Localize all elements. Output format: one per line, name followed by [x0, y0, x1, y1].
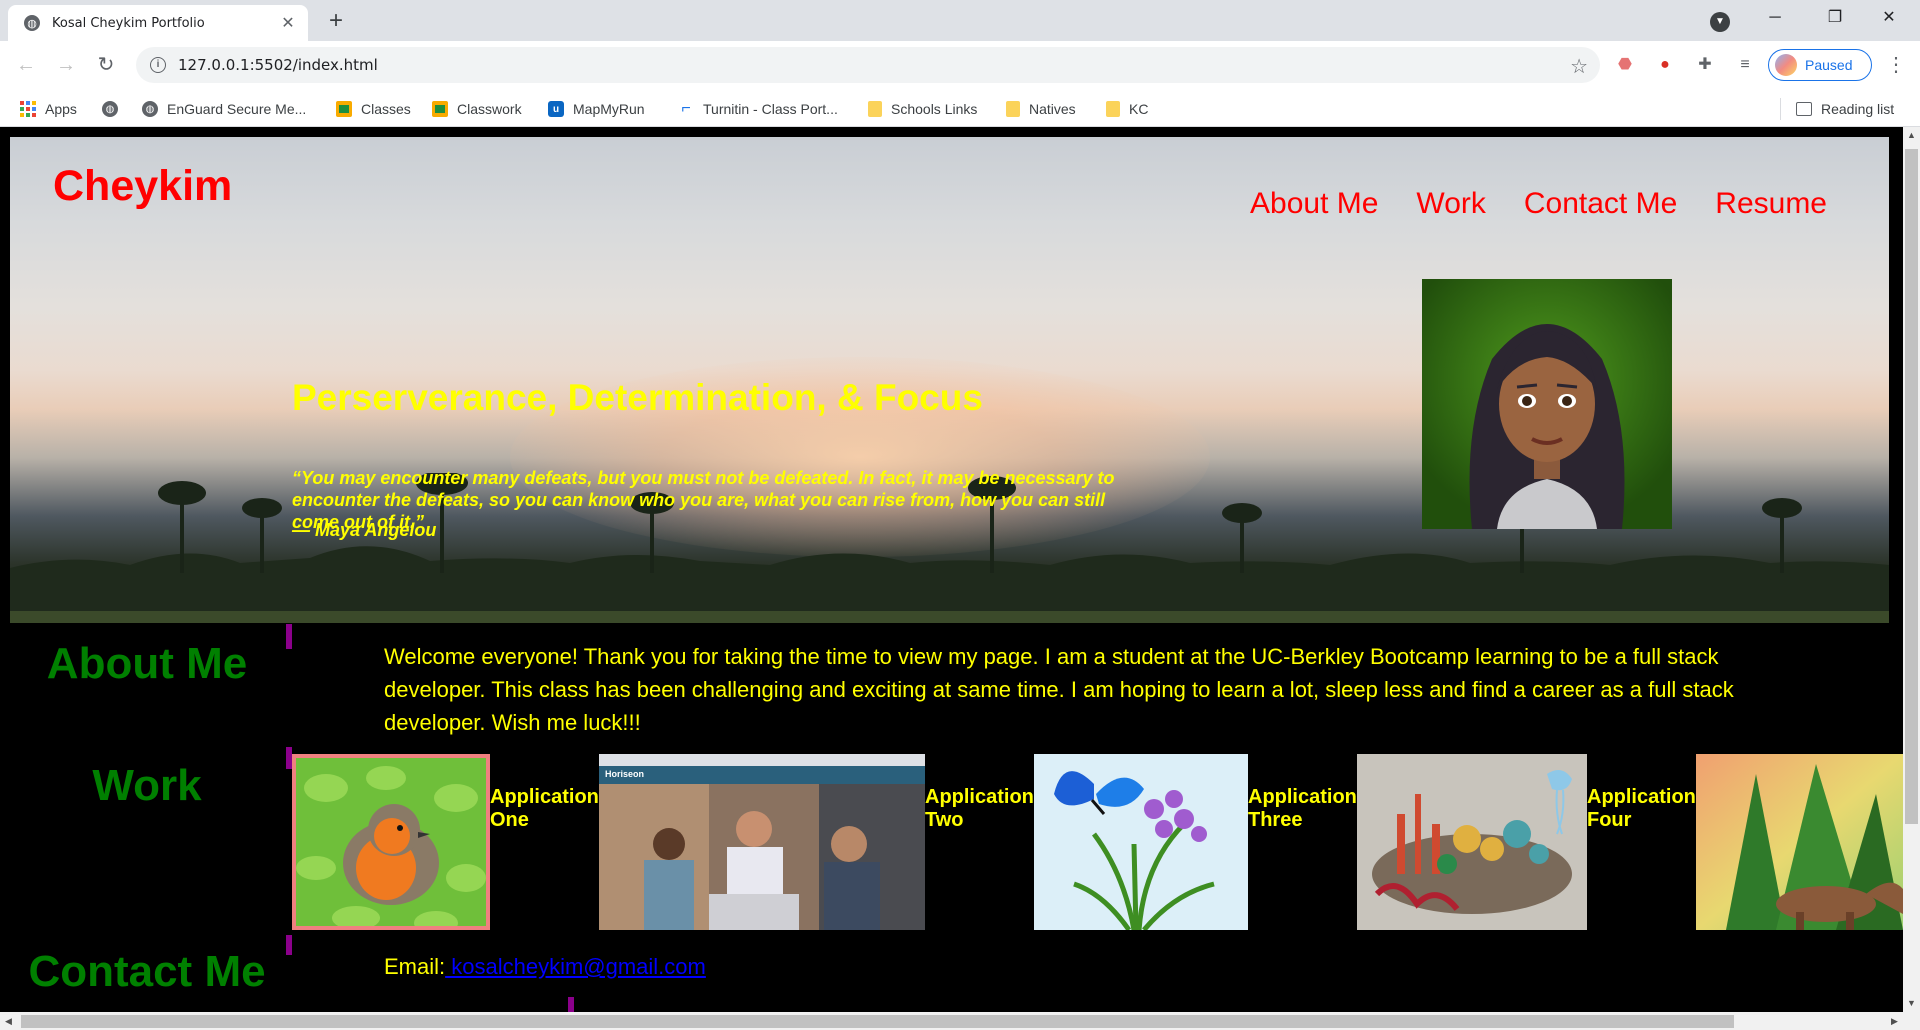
address-bar[interactable]: i 127.0.0.1:5502/index.html ☆ [136, 47, 1600, 83]
email-label: Email: [384, 954, 446, 979]
quote-author: — Maya Angelou [292, 520, 437, 540]
horizontal-scrollbar[interactable]: ◀ ▶ [0, 1012, 1920, 1030]
app-two-label[interactable]: Application Two [925, 786, 1034, 832]
restore-button[interactable]: ❐ [1812, 0, 1858, 36]
bookmark-turnitin[interactable]: ⌐ Turnitin - Class Port... [678, 98, 838, 120]
puzzle-icon[interactable]: ✚ [1694, 54, 1716, 76]
horiseon-header: Horiseon [599, 766, 925, 784]
site-brand[interactable]: Cheykim [53, 162, 232, 211]
reload-button[interactable]: ↻ [90, 49, 122, 81]
nav-work[interactable]: Work [1416, 187, 1485, 221]
bookmark-apps[interactable]: Apps [20, 98, 77, 120]
app-three-thumbnail[interactable] [1034, 754, 1248, 930]
nav-about-me[interactable]: About Me [1250, 187, 1378, 221]
globe-icon: ◍ [102, 101, 118, 117]
main-nav: About Me Work Contact Me Resume [1250, 187, 1827, 221]
extension-icon[interactable]: ⬣ [1614, 54, 1636, 76]
section-divider [568, 997, 574, 1012]
page-viewport: Cheykim About Me Work Contact Me Resume … [0, 127, 1903, 1012]
back-button[interactable]: ← [10, 49, 42, 81]
globe-icon: ◍ [142, 101, 158, 117]
folder-icon [1006, 101, 1020, 117]
app-four-label[interactable]: Application Four [1587, 786, 1696, 832]
scroll-up-arrow-icon[interactable]: ▲ [1903, 127, 1920, 144]
section-divider [286, 624, 292, 649]
vertical-scroll-thumb[interactable] [1905, 149, 1918, 824]
horizontal-scroll-thumb[interactable] [21, 1015, 1734, 1028]
bookmark-enguard[interactable]: ◍ EnGuard Secure Me... [142, 98, 306, 120]
globe-icon: ◍ [24, 15, 40, 31]
close-tab-icon[interactable]: ✕ [278, 13, 298, 33]
section-divider [286, 935, 292, 955]
scroll-left-arrow-icon[interactable]: ◀ [0, 1012, 17, 1030]
scroll-down-arrow-icon[interactable]: ▼ [1903, 995, 1920, 1012]
menu-icon[interactable]: ⋮ [1884, 53, 1908, 77]
reading-list-button[interactable]: Reading list [1796, 98, 1894, 120]
profile-avatar [1422, 279, 1672, 529]
folder-icon [1106, 101, 1120, 117]
classroom-icon [432, 101, 448, 117]
url-text: 127.0.0.1:5502/index.html [178, 56, 378, 74]
profile-status: Paused [1805, 57, 1853, 73]
bookmark-schools-links[interactable]: Schools Links [868, 98, 977, 120]
bookmark-kc[interactable]: KC [1106, 98, 1148, 120]
work-gallery: Application One Horiseon Application Two [292, 754, 1903, 934]
reading-list-icon [1796, 102, 1812, 116]
site-info-icon[interactable]: i [150, 57, 166, 73]
app-one-label[interactable]: Application One [490, 786, 599, 832]
tab-strip: ◍ Kosal Cheykim Portfolio ✕ + ▼ ─ ❐ ✕ [0, 0, 1920, 41]
profile-button[interactable]: Paused [1768, 49, 1872, 81]
media-icon[interactable]: ≡ [1734, 54, 1756, 76]
app-three-label[interactable]: Application Three [1248, 786, 1357, 832]
contact-title: Contact Me [28, 947, 266, 996]
apps-icon [20, 101, 36, 117]
hero-headline: Perserverance, Determination, & Focus [292, 377, 983, 418]
turnitin-icon: ⌐ [681, 100, 691, 117]
screenshot-browser-bar [599, 754, 925, 766]
browser-toolbar: ← → ↻ i 127.0.0.1:5502/index.html ☆ ⬣ ● … [0, 41, 1920, 89]
bookmarks-bar: Apps ◍ ◍ EnGuard Secure Me... Classes Cl… [0, 89, 1920, 127]
mapmyrun-icon: u [548, 101, 564, 117]
tab-title: Kosal Cheykim Portfolio [52, 15, 205, 31]
folder-icon [868, 101, 882, 117]
app-four-thumbnail[interactable] [1357, 754, 1587, 930]
bookmark-mapmyrun[interactable]: u MapMyRun [548, 98, 645, 120]
scroll-right-arrow-icon[interactable]: ▶ [1886, 1012, 1903, 1030]
bookmark-natives[interactable]: Natives [1006, 98, 1076, 120]
divider [1780, 98, 1781, 120]
browser-tab[interactable]: ◍ Kosal Cheykim Portfolio ✕ [8, 5, 308, 41]
about-title: About Me [46, 639, 248, 688]
about-text: Welcome everyone! Thank you for taking t… [384, 644, 1734, 735]
vertical-scrollbar[interactable]: ▲ ▼ [1903, 127, 1920, 1012]
nav-resume[interactable]: Resume [1715, 187, 1827, 221]
work-title: Work [92, 761, 202, 810]
extension-icon[interactable]: ● [1654, 54, 1676, 76]
bookmark-globe[interactable]: ◍ [102, 98, 127, 120]
tab-search-icon[interactable]: ▼ [1710, 12, 1730, 32]
hero-banner: Cheykim About Me Work Contact Me Resume … [10, 137, 1889, 623]
email-link[interactable]: kosalcheykim@gmail.com [445, 954, 706, 979]
minimize-button[interactable]: ─ [1752, 0, 1798, 36]
app-two-thumbnail[interactable]: Horiseon [599, 754, 925, 930]
forward-button[interactable]: → [50, 49, 82, 81]
contact-email-line: Email: kosalcheykim@gmail.com [384, 954, 706, 980]
close-window-button[interactable]: ✕ [1866, 0, 1912, 36]
app-five-thumbnail[interactable] [1696, 754, 1903, 930]
new-tab-button[interactable]: + [322, 8, 350, 36]
app-one-thumbnail[interactable] [292, 754, 490, 930]
avatar [1775, 54, 1797, 76]
classroom-icon [336, 101, 352, 117]
bookmark-classes[interactable]: Classes [336, 98, 411, 120]
bookmark-star-icon[interactable]: ☆ [1570, 54, 1588, 79]
nav-contact-me[interactable]: Contact Me [1524, 187, 1677, 221]
bookmark-classwork[interactable]: Classwork [432, 98, 522, 120]
